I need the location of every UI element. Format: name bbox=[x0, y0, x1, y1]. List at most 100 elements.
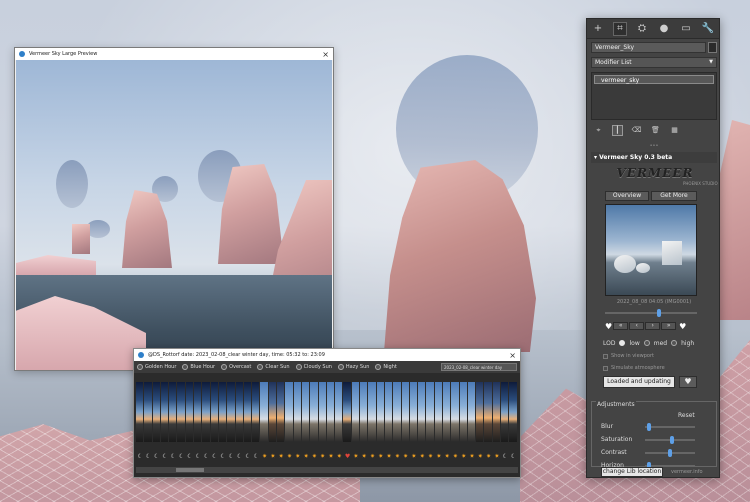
sky-thumbnail[interactable] bbox=[293, 382, 301, 442]
favorite-heart-icon[interactable]: ♥ bbox=[679, 322, 686, 331]
sky-thumbnail[interactable] bbox=[268, 382, 277, 442]
sky-thumbnail-strip[interactable] bbox=[136, 382, 518, 442]
sky-thumbnail[interactable] bbox=[459, 382, 467, 442]
sky-thumbnail[interactable] bbox=[326, 382, 335, 442]
close-icon[interactable]: × bbox=[509, 351, 516, 360]
adjustment-slider[interactable] bbox=[645, 423, 695, 431]
reset-button[interactable]: Reset bbox=[678, 412, 695, 419]
sky-thumbnail[interactable] bbox=[434, 382, 442, 442]
object-name-field[interactable]: Vermeer_Sky bbox=[591, 42, 706, 53]
previous-button[interactable]: ‹ bbox=[629, 322, 645, 330]
sky-thumbnail[interactable] bbox=[426, 382, 434, 442]
sky-thumbnail[interactable] bbox=[301, 382, 310, 442]
preset-clear-sun[interactable]: Clear Sun bbox=[257, 364, 290, 370]
sky-thumbnail[interactable] bbox=[144, 382, 152, 442]
horizontal-scrollbar[interactable] bbox=[136, 467, 518, 473]
sky-thumbnail[interactable] bbox=[418, 382, 426, 442]
sky-thumbnail[interactable] bbox=[451, 382, 459, 442]
browser-titlebar[interactable]: @DS_Rottorf date: 2023_02-08_clear winte… bbox=[134, 349, 520, 361]
sky-thumbnail[interactable] bbox=[260, 382, 268, 442]
loaded-updating-button[interactable]: Loaded and updating bbox=[603, 376, 675, 388]
change-lib-location-button[interactable]: change Lib location bbox=[601, 467, 663, 477]
sky-thumbnail[interactable] bbox=[310, 382, 318, 442]
show-in-viewport-checkbox[interactable]: Show in viewport bbox=[603, 352, 654, 360]
sky-thumbnail[interactable] bbox=[136, 382, 144, 442]
sky-thumbnail[interactable] bbox=[177, 382, 185, 442]
scrollbar-thumb[interactable] bbox=[176, 468, 204, 472]
sky-set-select[interactable]: 2023_02-08_clear winter day bbox=[441, 363, 517, 371]
sky-thumbnail[interactable] bbox=[476, 382, 484, 442]
sky-thumbnail[interactable] bbox=[335, 382, 343, 442]
object-color-swatch[interactable] bbox=[708, 42, 717, 53]
sky-thumbnail[interactable] bbox=[235, 382, 243, 442]
sky-thumbnail[interactable] bbox=[252, 382, 260, 442]
sky-thumbnail[interactable] bbox=[210, 382, 218, 442]
sky-thumbnail[interactable] bbox=[318, 382, 326, 442]
adjustment-slider[interactable] bbox=[645, 436, 695, 444]
sky-preview-thumbnail[interactable] bbox=[605, 204, 697, 296]
sky-thumbnail[interactable] bbox=[194, 382, 202, 442]
overview-button[interactable]: Overview bbox=[605, 191, 649, 201]
display-tab-icon[interactable]: ▭ bbox=[679, 22, 693, 36]
sky-thumbnail[interactable] bbox=[152, 382, 160, 442]
adjustment-slider[interactable] bbox=[645, 449, 695, 457]
sky-thumbnail[interactable] bbox=[442, 382, 451, 442]
sky-thumbnail[interactable] bbox=[285, 382, 293, 442]
preset-overcast[interactable]: Overcast bbox=[221, 364, 251, 370]
sky-thumbnail[interactable] bbox=[376, 382, 384, 442]
motion-tab-icon[interactable]: ● bbox=[657, 22, 671, 36]
sky-thumbnail[interactable] bbox=[277, 382, 285, 442]
preset-night[interactable]: Night bbox=[375, 364, 397, 370]
simulate-atmosphere-checkbox[interactable]: Simulate atmosphere bbox=[603, 364, 665, 372]
sky-thumbnail[interactable] bbox=[509, 382, 517, 442]
time-slider[interactable] bbox=[605, 309, 697, 317]
sky-thumbnail[interactable] bbox=[467, 382, 476, 442]
sky-thumbnail[interactable] bbox=[384, 382, 393, 442]
preset-blue-hour[interactable]: Blue Hour bbox=[182, 364, 215, 370]
sky-thumbnail[interactable] bbox=[169, 382, 177, 442]
sky-thumbnail[interactable] bbox=[202, 382, 210, 442]
sky-thumbnail[interactable] bbox=[360, 382, 368, 442]
slider-knob[interactable] bbox=[647, 423, 651, 431]
sky-thumbnail[interactable] bbox=[243, 382, 252, 442]
modifier-stack-item[interactable]: vermeer_sky bbox=[594, 75, 714, 84]
first-button[interactable]: « bbox=[613, 322, 629, 330]
favorite-heart-icon[interactable]: ♥ bbox=[605, 322, 612, 331]
website-link[interactable]: vermeer.info bbox=[671, 469, 703, 475]
hierarchy-tab-icon[interactable]: ⛭ bbox=[635, 22, 649, 36]
close-icon[interactable]: × bbox=[322, 50, 329, 59]
rollout-header[interactable]: ▾ Vermeer Sky 0.3 beta bbox=[591, 152, 717, 163]
favorite-heart-icon[interactable]: ♥ bbox=[679, 376, 697, 388]
sky-thumbnail[interactable] bbox=[401, 382, 409, 442]
lod-low-radio[interactable] bbox=[619, 340, 626, 346]
preset-golden-hour[interactable]: Golden Hour bbox=[137, 364, 176, 370]
pin-stack-icon[interactable]: ⌖ bbox=[593, 125, 604, 136]
slider-knob[interactable] bbox=[668, 449, 672, 457]
sky-thumbnail[interactable] bbox=[160, 382, 169, 442]
last-button[interactable]: » bbox=[661, 322, 677, 330]
preview-titlebar[interactable]: Vermeer Sky Large Preview × bbox=[15, 48, 333, 60]
modify-tab-icon[interactable]: ⌗ bbox=[613, 21, 627, 36]
utilities-tab-icon[interactable]: 🔧 bbox=[701, 22, 715, 36]
sky-thumbnail[interactable] bbox=[227, 382, 235, 442]
large-preview-window[interactable]: Vermeer Sky Large Preview × bbox=[14, 47, 334, 371]
sky-thumbnail[interactable] bbox=[368, 382, 376, 442]
lod-high-radio[interactable] bbox=[671, 340, 678, 346]
create-tab-icon[interactable]: + bbox=[591, 22, 605, 36]
show-end-result-icon[interactable]: ┃ bbox=[612, 124, 623, 136]
remove-modifier-icon[interactable]: 🗑 bbox=[650, 125, 661, 136]
configure-sets-icon[interactable]: ▦ bbox=[669, 125, 680, 136]
slider-knob[interactable] bbox=[670, 436, 674, 444]
lod-med-radio[interactable] bbox=[643, 340, 650, 346]
sky-thumbnail[interactable] bbox=[185, 382, 194, 442]
sky-thumbnail[interactable] bbox=[343, 382, 351, 442]
modifier-list-dropdown[interactable]: Modifier List ▼ bbox=[591, 57, 717, 68]
sky-thumbnail[interactable] bbox=[218, 382, 227, 442]
sky-thumbnail[interactable] bbox=[501, 382, 509, 442]
sky-thumbnail[interactable] bbox=[409, 382, 418, 442]
preset-cloudy-sun[interactable]: Cloudy Sun bbox=[295, 364, 332, 370]
next-button[interactable]: › bbox=[645, 322, 661, 330]
make-unique-icon[interactable]: ⌫ bbox=[631, 125, 642, 136]
get-more-button[interactable]: Get More bbox=[651, 191, 697, 201]
sky-browser-window[interactable]: @DS_Rottorf date: 2023_02-08_clear winte… bbox=[133, 348, 521, 478]
